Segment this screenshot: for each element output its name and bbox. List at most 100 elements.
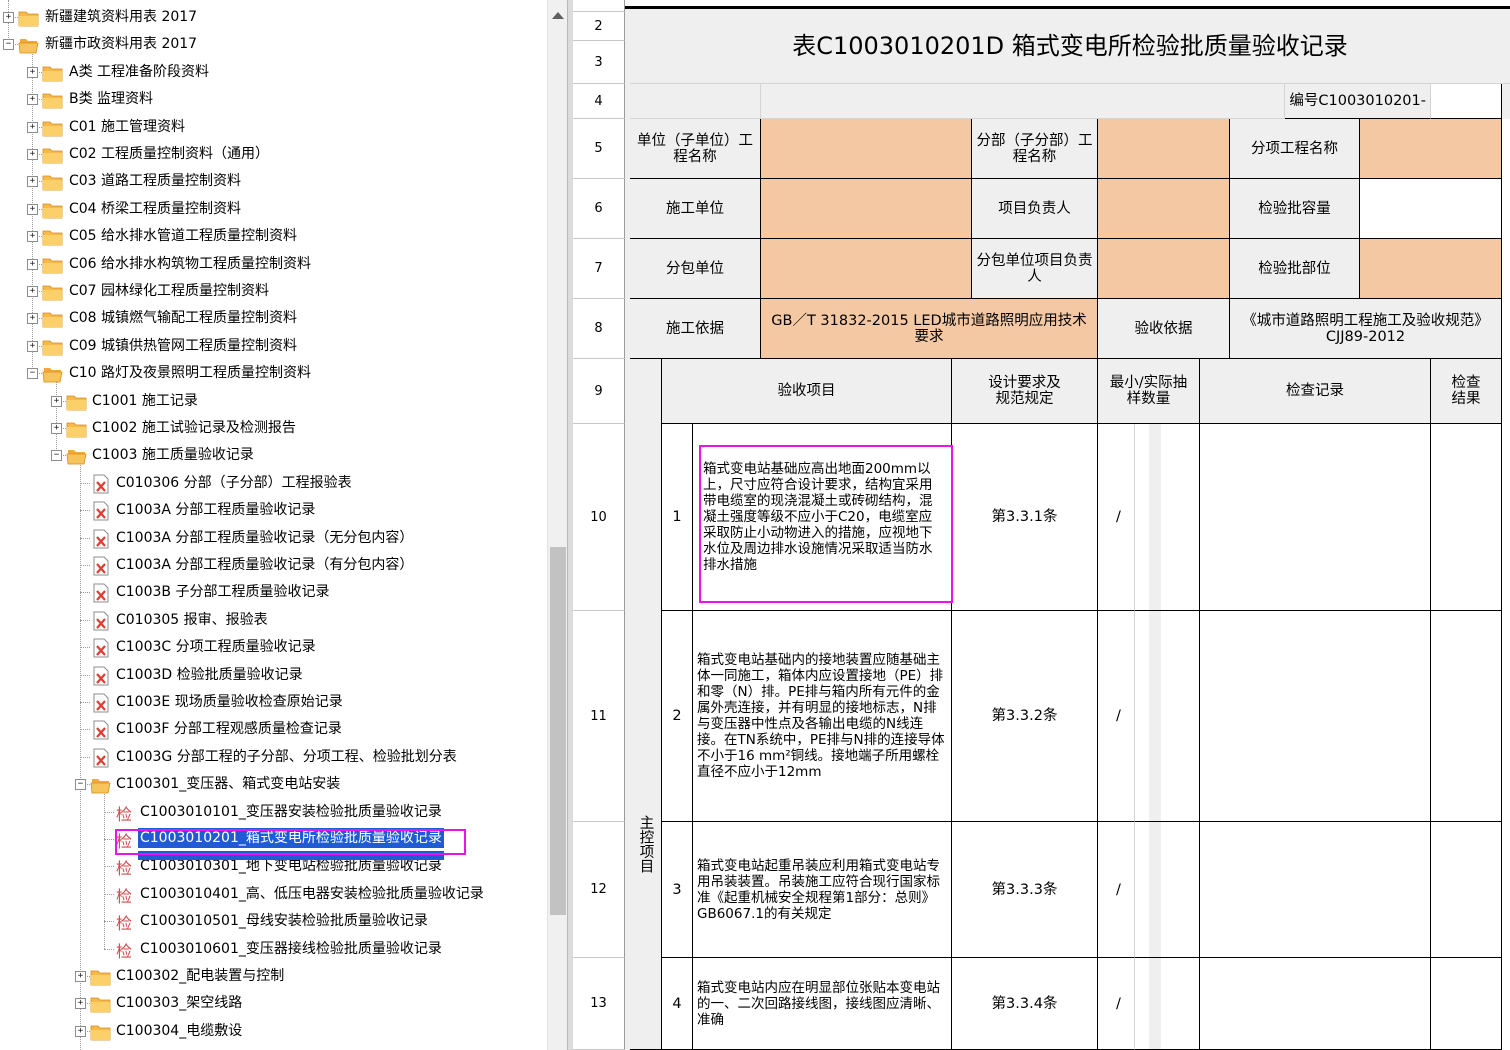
serial-number[interactable]: 编号C1003010201- <box>1285 84 1431 119</box>
item-sample-actual[interactable]: / <box>1116 822 1200 958</box>
construction-basis-value[interactable]: GB／T 31832-2015 LED城市道路照明应用技术要求 <box>761 299 1098 359</box>
expand-icon[interactable]: + <box>75 971 86 982</box>
tree-item[interactable]: + C07 园林绿化工程质量控制资料 <box>0 278 547 305</box>
construction-basis-label[interactable]: 施工依据 <box>630 299 761 359</box>
expand-icon[interactable]: + <box>75 1025 86 1037</box>
item-check-record[interactable] <box>1200 611 1431 822</box>
row-header[interactable]: 9 <box>573 359 625 424</box>
header-record[interactable]: 检查记录 <box>1200 359 1431 424</box>
item-clause[interactable]: 第3.3.1条 <box>952 424 1098 611</box>
tree-item[interactable]: C1003A 分部工程质量验收记录（无分包内容） <box>0 525 547 552</box>
acceptance-basis-label[interactable]: 验收依据 <box>1098 299 1230 359</box>
batch-capacity-input[interactable] <box>1360 179 1502 239</box>
subdivision-label[interactable]: 分部（子分部）工程名称 <box>972 119 1098 179</box>
row-header-1[interactable] <box>573 0 625 12</box>
row-header[interactable]: 5 <box>573 119 625 179</box>
tree-item[interactable]: − C100301_变压器、箱式变电站安装 <box>0 771 547 798</box>
tree-item[interactable]: C010306 分部（子分部）工程报验表 <box>0 470 547 497</box>
tree-item[interactable]: C1003D 检验批质量验收记录 <box>0 662 547 689</box>
collapse-icon[interactable]: − <box>75 779 86 791</box>
cell-empty[interactable] <box>761 84 1285 119</box>
tree-item[interactable]: − 新疆市政资料用表 2017 <box>0 31 547 58</box>
expand-icon[interactable]: + <box>51 423 62 434</box>
row-header[interactable]: 2 <box>573 12 625 41</box>
row-header[interactable]: 6 <box>573 179 625 239</box>
item-number[interactable]: 4 <box>662 958 693 1050</box>
row-header[interactable]: 4 <box>573 84 625 119</box>
project-manager-input[interactable] <box>1098 179 1230 239</box>
tree-item[interactable]: C1003G 分部工程的子分部、分项工程、检验批划分表 <box>0 744 547 771</box>
collapse-icon[interactable]: − <box>27 368 38 380</box>
expand-icon[interactable]: + <box>75 998 86 1010</box>
header-sample[interactable]: 最小/实际抽样数量 <box>1098 359 1200 424</box>
row-header[interactable]: 10 <box>573 424 625 611</box>
tree-item[interactable]: C1003A 分部工程质量验收记录 <box>0 497 547 524</box>
tree-item[interactable]: 检 C1003010101_变压器安装检验批质量验收记录 <box>0 799 547 826</box>
item-number[interactable]: 3 <box>662 822 693 958</box>
item-check-result[interactable] <box>1431 958 1502 1050</box>
header-item[interactable]: 验收项目 <box>662 359 952 424</box>
item-description[interactable]: 箱式变电站基础内的接地装置应随基础主体一同施工，箱体内应设置接地（PE）排和零（… <box>693 611 952 822</box>
tree-item[interactable]: + C1002 施工试验记录及检测报告 <box>0 415 547 442</box>
tree-item[interactable]: C1003B 子分部工程质量验收记录 <box>0 579 547 606</box>
sub-item-input[interactable] <box>1360 119 1502 179</box>
item-clause[interactable]: 第3.3.2条 <box>952 611 1098 822</box>
item-check-record[interactable] <box>1200 958 1431 1050</box>
row-header[interactable]: 7 <box>573 239 625 299</box>
form-title[interactable]: 表C1003010201D 箱式变电所检验批质量验收记录 <box>630 9 1510 84</box>
tree-item[interactable]: + C04 桥梁工程质量控制资料 <box>0 196 547 223</box>
serial-input[interactable] <box>1431 84 1502 119</box>
tree-item[interactable]: C1003A 分部工程质量验收记录（有分包内容） <box>0 552 547 579</box>
item-sample-actual[interactable]: / <box>1116 424 1200 611</box>
unit-name-label[interactable]: 单位（子单位）工程名称 <box>630 119 761 179</box>
tree-item[interactable]: + C08 城镇燃气输配工程质量控制资料 <box>0 305 547 332</box>
cell-empty[interactable] <box>630 84 761 119</box>
tree-item[interactable]: + C05 给水排水管道工程质量控制资料 <box>0 223 547 250</box>
contractor-input[interactable] <box>761 179 972 239</box>
item-check-result[interactable] <box>1431 822 1502 958</box>
tree-item[interactable]: + B类 监理资料 <box>0 86 547 113</box>
tree-item[interactable]: + C02 工程质量控制资料（通用） <box>0 141 547 168</box>
expand-icon[interactable]: + <box>27 149 38 160</box>
row-header[interactable]: 12 <box>573 822 625 958</box>
collapse-icon[interactable]: − <box>51 450 62 462</box>
expand-icon[interactable]: + <box>27 176 38 188</box>
tree-item[interactable]: + C1001 施工记录 <box>0 388 547 415</box>
item-description[interactable]: 箱式变电站内应在明显部位张贴本变电站的一、二次回路接线图，接线图应清晰、准确 <box>693 958 952 1050</box>
row-header[interactable]: 8 <box>573 299 625 359</box>
scroll-thumb[interactable] <box>550 547 566 915</box>
tree-item[interactable]: − C1003 施工质量验收记录 <box>0 442 547 469</box>
tree-item[interactable]: + C100303_架空线路 <box>0 990 547 1017</box>
tree-item[interactable]: + C100304_电缆敷设 <box>0 1018 547 1045</box>
tree-item[interactable]: + C01 施工管理资料 <box>0 114 547 141</box>
tree-item[interactable]: + A类 工程准备阶段资料 <box>0 59 547 86</box>
expand-icon[interactable]: + <box>27 286 38 297</box>
expand-icon[interactable]: + <box>27 340 38 352</box>
contractor-label[interactable]: 施工单位 <box>630 179 761 239</box>
tree-item[interactable]: + C09 城镇供热管网工程质量控制资料 <box>0 333 547 360</box>
scroll-up-arrow-icon[interactable] <box>552 12 564 19</box>
tree-item[interactable]: + 新疆建筑资料用表 2017 <box>0 4 547 31</box>
expand-icon[interactable]: + <box>51 395 62 407</box>
batch-location-label[interactable]: 检验批部位 <box>1230 239 1360 299</box>
tree-item[interactable]: − C10 路灯及夜景照明工程质量控制资料 <box>0 360 547 387</box>
item-description[interactable]: 箱式变电站起重吊装应利用箱式变电站专用吊装装置。吊装施工应符合现行国家标准《起重… <box>693 822 952 958</box>
expand-icon[interactable]: + <box>27 258 38 270</box>
sub-item-label[interactable]: 分项工程名称 <box>1230 119 1360 179</box>
item-sample-actual[interactable]: / <box>1116 958 1200 1050</box>
sub-pm-label[interactable]: 分包单位项目负责人 <box>972 239 1098 299</box>
spreadsheet[interactable]: 2 3 4 5 6 7 8 9 10 11 12 13 表C1003010201… <box>573 0 1510 1050</box>
expand-icon[interactable]: + <box>3 12 14 23</box>
expand-icon[interactable]: + <box>27 121 38 133</box>
project-tree[interactable]: + 新疆建筑资料用表 2017 − 新疆市政资料用表 2017 + A类 工程准备阶段资料… <box>0 0 547 1050</box>
acceptance-basis-value[interactable]: 《城市道路照明工程施工及验收规范》CJJ89-2012 <box>1230 299 1502 359</box>
item-number[interactable]: 2 <box>662 611 693 822</box>
row-header[interactable]: 3 <box>573 41 625 84</box>
tree-item[interactable]: C010305 报审、报验表 <box>0 607 547 634</box>
tree-item[interactable]: + C100302_配电装置与控制 <box>0 963 547 990</box>
item-sample-actual[interactable]: / <box>1116 611 1200 822</box>
tree-scrollbar[interactable] <box>547 0 568 1050</box>
item-clause[interactable]: 第3.3.3条 <box>952 822 1098 958</box>
batch-capacity-label[interactable]: 检验批容量 <box>1230 179 1360 239</box>
project-manager-label[interactable]: 项目负责人 <box>972 179 1098 239</box>
